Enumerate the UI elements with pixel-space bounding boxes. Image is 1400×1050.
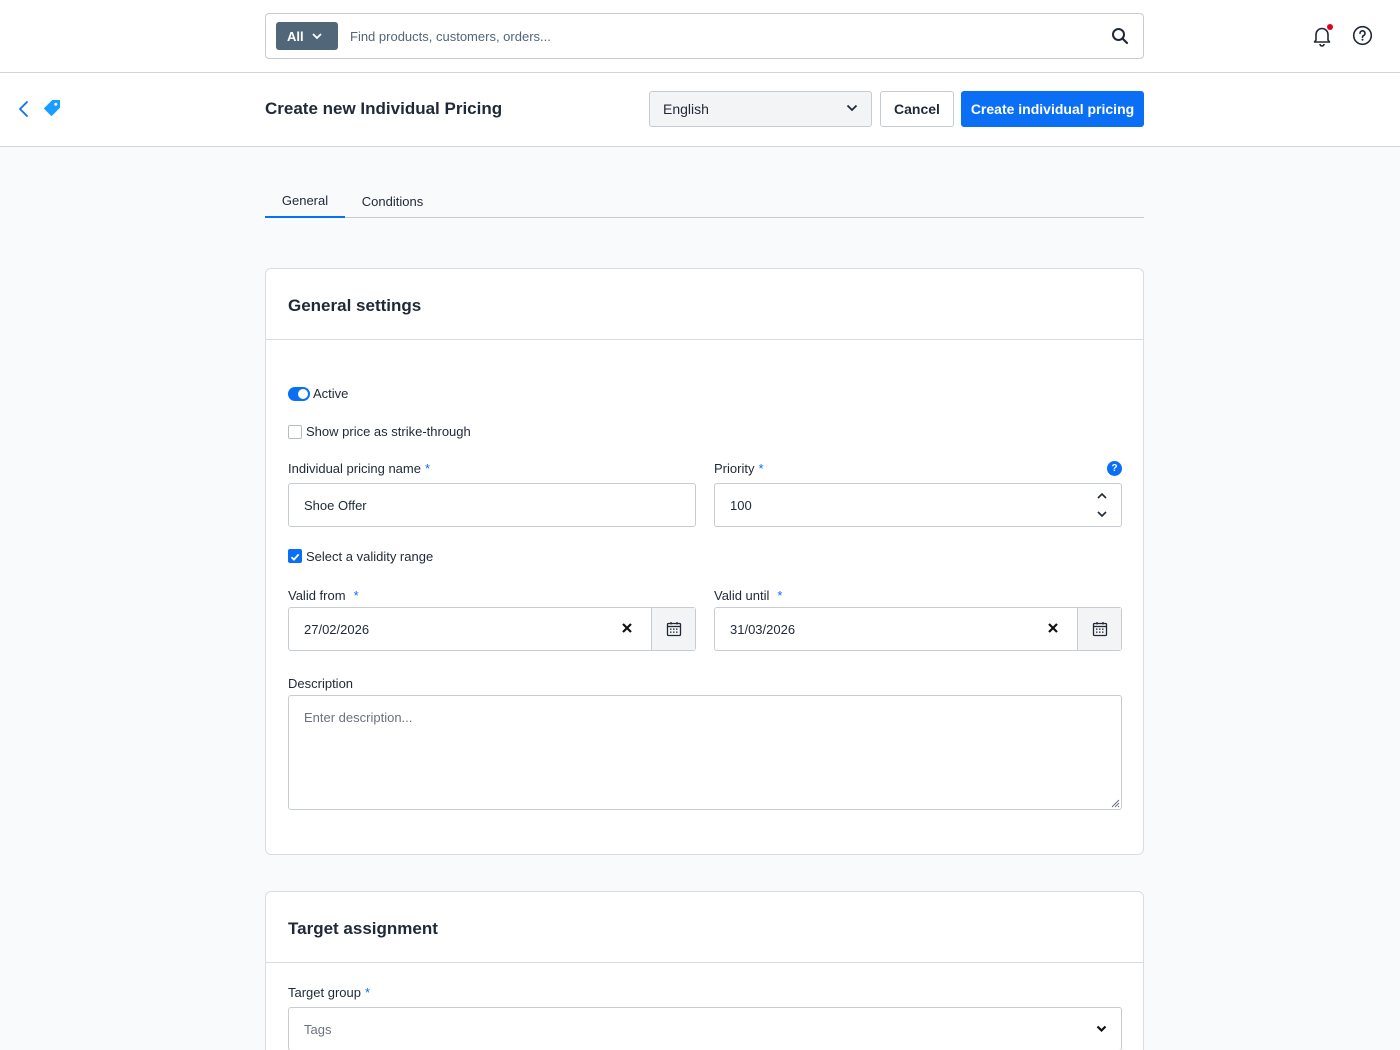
valid-from-label: Valid from * <box>288 588 359 603</box>
calendar-button[interactable] <box>651 608 695 650</box>
strike-through-label: Show price as strike-through <box>306 424 471 439</box>
priority-value: 100 <box>730 497 752 513</box>
card-title: General settings <box>288 296 422 315</box>
divider <box>266 339 1143 340</box>
target-group-placeholder: Tags <box>304 1021 332 1037</box>
calendar-button[interactable] <box>1077 608 1121 650</box>
chevron-down-icon <box>1096 1025 1107 1033</box>
global-search: All <box>265 13 1144 59</box>
general-settings-card: General settings Active Show price as st… <box>265 268 1144 855</box>
name-value: Shoe Offer <box>304 497 367 513</box>
language-select-value: English <box>663 101 709 117</box>
required-mark: * <box>424 461 431 476</box>
card-title: Target assignment <box>288 919 438 938</box>
toggle-knob <box>298 389 308 399</box>
page-title: Create new Individual Pricing <box>265 99 503 118</box>
create-individual-pricing-button[interactable]: Create individual pricing <box>961 91 1144 127</box>
help-icon[interactable] <box>1352 25 1373 46</box>
description-label: Description <box>288 676 354 691</box>
valid-from-input[interactable]: 27/02/2026 <box>288 607 696 651</box>
page-header: Create new Individual Pricing English Ca… <box>0 73 1400 147</box>
notification-badge <box>1327 24 1333 30</box>
search-scope-label: All <box>287 28 304 44</box>
valid-from-value: 27/02/2026 <box>304 621 370 637</box>
priority-field-label: Priority * <box>714 461 764 476</box>
top-bar: All <box>0 0 1400 73</box>
search-icon[interactable] <box>1111 27 1129 45</box>
clear-icon[interactable] <box>621 622 633 634</box>
search-scope-dropdown[interactable]: All <box>276 22 338 50</box>
help-icon[interactable]: ? <box>1107 461 1122 476</box>
valid-until-value: 31/03/2026 <box>730 621 796 637</box>
tab-general[interactable]: General <box>265 184 345 218</box>
validity-range-label: Select a validity range <box>306 549 434 564</box>
individual-pricing-name-input[interactable]: Shoe Offer <box>288 483 696 527</box>
target-assignment-card: Target assignment Target group * Tags <box>265 891 1144 1050</box>
target-group-label: Target group * <box>288 985 371 1000</box>
target-group-select[interactable]: Tags <box>288 1007 1122 1050</box>
calendar-icon <box>666 622 681 637</box>
chevron-down-icon <box>846 104 858 112</box>
priority-input[interactable]: 100 <box>714 483 1122 527</box>
valid-until-input[interactable]: 31/03/2026 <box>714 607 1122 651</box>
validity-range-checkbox[interactable] <box>288 549 302 563</box>
tab-conditions[interactable]: Conditions <box>345 184 440 218</box>
description-textarea[interactable] <box>288 695 1122 810</box>
valid-until-label: Valid until * <box>714 588 783 603</box>
resize-grip-icon[interactable] <box>1109 797 1120 808</box>
required-mark: * <box>365 985 371 1000</box>
active-toggle[interactable] <box>288 387 310 401</box>
price-tag-icon <box>44 100 60 116</box>
required-mark: * <box>758 461 764 476</box>
required-mark: * <box>777 588 783 603</box>
calendar-icon <box>1092 622 1107 637</box>
checkmark-icon <box>290 553 300 561</box>
strike-through-checkbox[interactable] <box>288 425 302 439</box>
language-select[interactable]: English <box>649 91 872 127</box>
active-label: Active <box>313 386 349 401</box>
clear-icon[interactable] <box>1047 622 1059 634</box>
tab-bar: General Conditions <box>265 184 1144 218</box>
back-arrow-icon[interactable] <box>17 100 31 118</box>
required-mark: * <box>353 588 359 603</box>
stepper-arrows-icon[interactable] <box>1095 489 1109 521</box>
name-field-label: Individual pricing name * <box>288 461 431 476</box>
chevron-down-icon <box>311 32 322 39</box>
divider <box>266 962 1143 963</box>
search-input[interactable] <box>350 22 1090 50</box>
cancel-button[interactable]: Cancel <box>880 91 954 127</box>
